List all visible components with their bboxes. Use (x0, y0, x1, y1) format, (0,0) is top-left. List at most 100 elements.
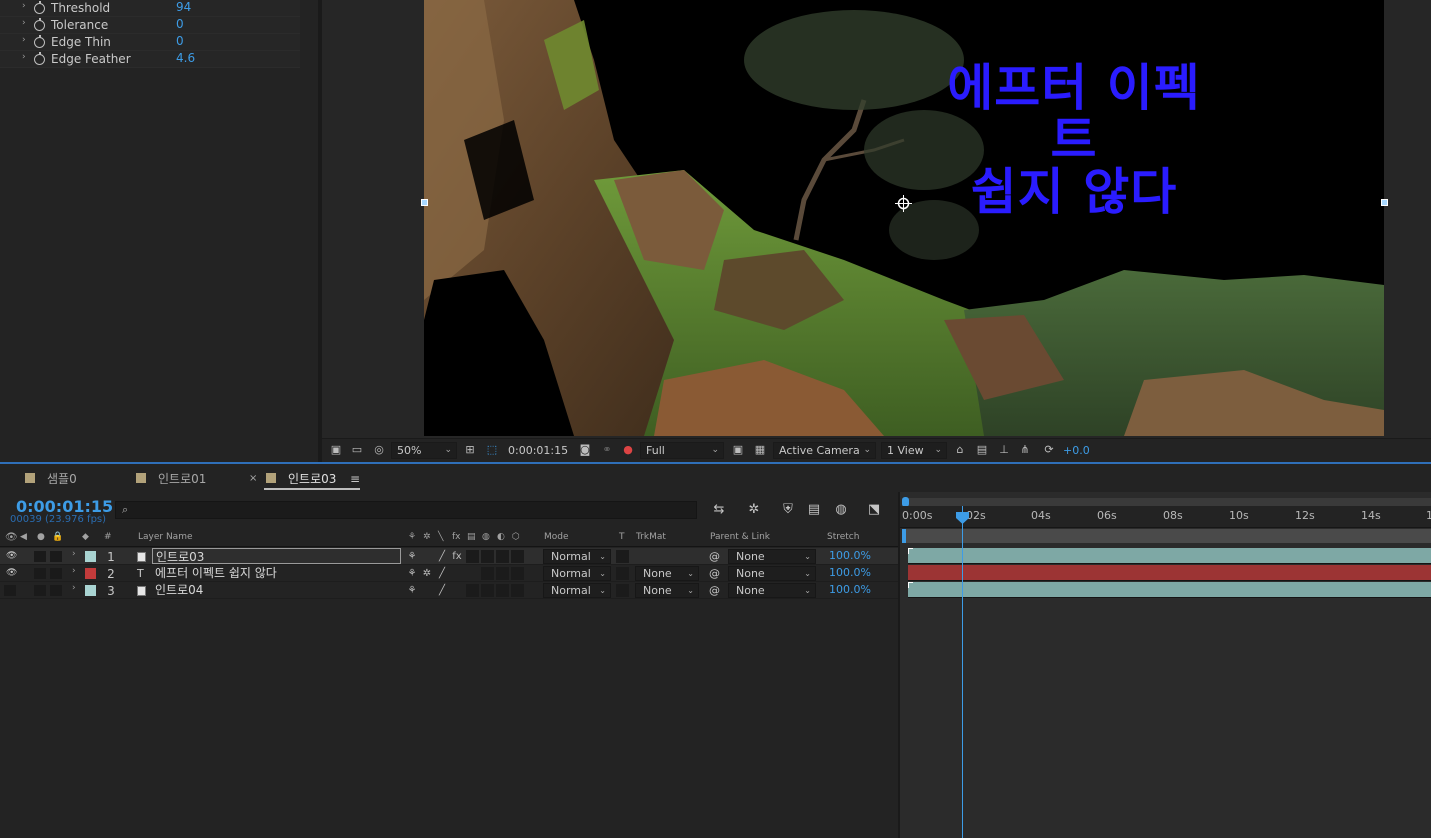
expand-chevron-icon[interactable]: › (22, 52, 26, 62)
parent-dropdown[interactable]: None ⌄ (728, 549, 816, 564)
expand-chevron-icon[interactable]: › (72, 566, 76, 576)
property-row-edge-feather[interactable]: › Edge Feather 4.6 (0, 51, 300, 68)
frame-blend-icon[interactable]: ▤ (467, 532, 476, 542)
layer-search-input[interactable]: ⌕ (115, 501, 697, 519)
anchor-point-icon[interactable] (895, 195, 912, 212)
lock-toggle[interactable] (50, 551, 62, 562)
shy-icon[interactable]: ⚘ (406, 584, 418, 597)
property-row-tolerance[interactable]: › Tolerance 0 (0, 17, 300, 34)
layer-row[interactable]: 👁 › 1 인트로03 ⚘ ╱ fx Normal ⌄ @ None ⌄ 100… (0, 548, 898, 565)
layer-name[interactable]: 인트로03 (152, 548, 401, 564)
work-area-start-handle[interactable] (902, 529, 906, 543)
motion-blur-toggle[interactable] (481, 550, 494, 563)
layer-row[interactable]: 👁 › 2 T 에프터 이펙트 쉽지 않다 ⚘ ✲ ╱ Normal ⌄ Non… (0, 565, 898, 582)
current-time-indicator[interactable] (962, 506, 963, 838)
grid-guides-icon[interactable]: ⊞ (463, 444, 477, 456)
always-preview-icon[interactable]: ▣ (329, 444, 343, 456)
eye-icon[interactable]: 👁 (6, 568, 17, 578)
expand-chevron-icon[interactable]: › (22, 18, 26, 28)
pick-whip-icon[interactable]: @ (709, 567, 722, 580)
camera-view-dropdown[interactable]: Active Camera ⌄ (773, 442, 876, 459)
layer-duration-bar[interactable] (908, 548, 1431, 564)
stopwatch-icon[interactable] (34, 1, 45, 14)
frame-blending-icon[interactable]: ▤ (805, 502, 823, 518)
monitor-icon[interactable]: ▭ (350, 444, 364, 456)
stopwatch-icon[interactable] (34, 35, 45, 48)
preserve-transparency-toggle[interactable] (616, 584, 629, 597)
transform-handle-right[interactable] (1381, 199, 1388, 206)
layer-name[interactable]: 에프터 이펙트 쉽지 않다 (152, 565, 277, 581)
collapse-switch-icon[interactable]: ✲ (423, 532, 431, 542)
region-of-interest-icon[interactable]: ▣ (731, 444, 745, 456)
snapshot-camera-icon[interactable]: ◙ (578, 444, 592, 456)
panel-menu-icon[interactable]: ≡ (350, 472, 360, 486)
property-row-threshold[interactable]: › Threshold 94 (0, 0, 300, 17)
parent-dropdown[interactable]: None ⌄ (728, 583, 816, 598)
comp-title-text[interactable]: 에프터 이펙트 쉽지 않다 (924, 62, 1224, 218)
close-icon[interactable]: × (249, 473, 257, 484)
color-channels-icon[interactable]: ● (621, 444, 635, 456)
motion-blur-toggle[interactable] (481, 584, 494, 597)
stretch-value[interactable]: 100.0% (829, 549, 871, 562)
video-visibility-icon[interactable]: 👁 (5, 532, 18, 543)
stopwatch-icon[interactable] (34, 18, 45, 31)
layer-duration-bar[interactable] (908, 582, 1431, 598)
column-layer-name[interactable]: Layer Name (138, 532, 193, 542)
reset-exposure-icon[interactable]: ⟳ (1042, 444, 1056, 456)
adjustment-toggle[interactable] (496, 584, 509, 597)
magnification-dropdown[interactable]: 50% ⌄ (391, 442, 457, 459)
mode-dropdown[interactable]: Normal ⌄ (543, 566, 611, 581)
view-layout-dropdown[interactable]: 1 View ⌄ (881, 442, 947, 459)
lock-toggle[interactable] (50, 568, 62, 579)
preserve-transparency-toggle[interactable] (616, 567, 629, 580)
tab-sample0[interactable]: 샘플0 (25, 470, 85, 490)
exposure-value[interactable]: +0.0 (1063, 442, 1090, 459)
frame-blend-toggle[interactable] (466, 550, 479, 563)
motion-blur-switch-icon[interactable]: ◍ (482, 532, 490, 542)
timeline-graph-panel[interactable]: 0:00s 02s 04s 06s 08s 10s 12s 14s 1 (898, 492, 1431, 838)
transparency-grid-icon[interactable]: ▦ (753, 444, 767, 456)
fx-icon[interactable]: fx (451, 550, 463, 563)
3d-layer-icon[interactable]: ⬡ (512, 532, 520, 542)
expand-chevron-icon[interactable]: › (22, 1, 26, 11)
shy-switch-icon[interactable]: ⚘ (408, 532, 416, 542)
graph-editor-icon[interactable]: ⬔ (865, 502, 883, 518)
label-color-swatch[interactable] (85, 585, 96, 596)
pick-whip-icon[interactable]: @ (709, 584, 722, 597)
preserve-transparency-toggle[interactable] (616, 550, 629, 563)
toggle-mask-path-icon[interactable]: ⬚ (485, 444, 499, 456)
playhead-marker-icon[interactable] (956, 512, 969, 524)
layer-duration-bar[interactable] (908, 565, 1431, 581)
property-row-edge-thin[interactable]: › Edge Thin 0 (0, 34, 300, 51)
pick-whip-icon[interactable]: @ (709, 550, 722, 563)
tab-intro03[interactable]: 인트로03 (264, 470, 360, 490)
flowchart-icon[interactable]: ⋔ (1018, 444, 1032, 456)
effect-fx-icon[interactable]: fx (452, 532, 461, 542)
quality-icon[interactable]: ╱ (436, 550, 448, 563)
quality-icon[interactable]: ╱ (436, 567, 448, 580)
timeline-icon[interactable]: ⊥ (997, 444, 1011, 456)
frame-blend-toggle[interactable] (466, 584, 479, 597)
visibility-toggle[interactable] (4, 585, 16, 596)
shy-icon[interactable]: ⚘ (406, 567, 418, 580)
expand-chevron-icon[interactable]: › (72, 549, 76, 559)
3d-toggle[interactable] (511, 584, 524, 597)
solo-toggle[interactable] (34, 585, 46, 596)
current-time-display[interactable]: 0:00:01:15 (508, 442, 568, 459)
adjustment-toggle[interactable] (496, 550, 509, 563)
composition-viewer[interactable]: 에프터 이펙트 쉽지 않다 (322, 0, 1431, 438)
quality-icon[interactable]: ╱ (436, 584, 448, 597)
property-value[interactable]: 4.6 (176, 51, 195, 65)
stretch-value[interactable]: 100.0% (829, 583, 871, 596)
trkmat-dropdown[interactable]: None ⌄ (635, 566, 699, 581)
solo-icon[interactable]: ● (37, 532, 45, 542)
label-tag-icon[interactable]: ◆ (82, 532, 89, 542)
property-value[interactable]: 94 (176, 0, 191, 14)
toggle-pixel-aspect-icon[interactable]: ⌂ (953, 444, 967, 456)
layer-name[interactable]: 인트로04 (152, 582, 203, 598)
shy-icon[interactable]: ⚘ (406, 550, 418, 563)
time-ruler[interactable]: 0:00s 02s 04s 06s 08s 10s 12s 14s 1 (900, 506, 1431, 528)
property-value[interactable]: 0 (176, 17, 184, 31)
layer-row[interactable]: › 3 인트로04 ⚘ ╱ Normal ⌄ None ⌄ @ None ⌄ 1… (0, 582, 898, 599)
resolution-dropdown[interactable]: Full ⌄ (640, 442, 724, 459)
